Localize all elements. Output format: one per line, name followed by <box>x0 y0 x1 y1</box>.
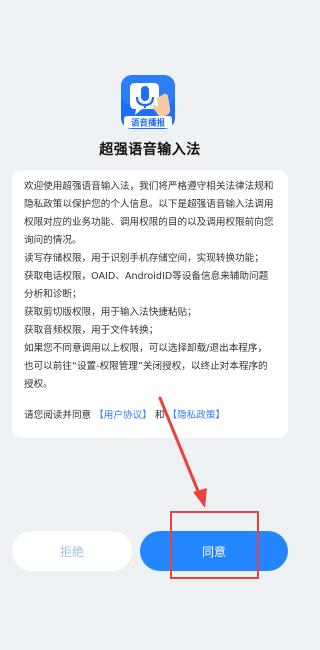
privacy-policy-link[interactable]: 【隐私政策】 <box>168 410 226 421</box>
read-prefix: 请您阅读并同意 <box>24 410 92 421</box>
app-title: 超强语音输入法 <box>99 142 201 158</box>
agreement-line: 请您阅读并同意 【用户协议】 和 【隐私政策】 <box>24 407 276 425</box>
notice-phone-permission: 获取电话权限，OAID、AndroidID等设备信息来辅助问题分析和诊断； <box>24 271 269 300</box>
app-logo-icon: 语音播报 <box>120 74 176 130</box>
notice-audio-permission: 获取音频权限，用于文件转换； <box>24 325 159 336</box>
notice-intro: 欢迎使用超强语音输入法，我们将严格遵守相关法律法规和隐私政策以保护您的个人信息。… <box>24 181 274 246</box>
status-bar <box>0 0 300 28</box>
and-text: 和 <box>154 410 165 421</box>
permission-notice-card: 欢迎使用超强语音输入法，我们将严格遵守相关法律法规和隐私政策以保护您的个人信息。… <box>12 170 288 438</box>
logo-caption: 语音播报 <box>131 118 166 129</box>
notice-revoke-info: 如果您不同意调用以上权限，可以选择卸载/退出本程序，也可以前往“设置-权限管理”… <box>24 343 268 390</box>
refuse-button[interactable]: 拒绝 <box>12 531 132 571</box>
notice-clipboard-permission: 获取剪切版权限，用于输入法快捷粘贴； <box>24 307 197 318</box>
user-agreement-link[interactable]: 【用户协议】 <box>94 410 152 421</box>
notice-storage-permission: 读写存储权限，用于识别手机存储空间，实现转换功能； <box>24 253 264 264</box>
annotation-highlight-box <box>170 511 259 579</box>
